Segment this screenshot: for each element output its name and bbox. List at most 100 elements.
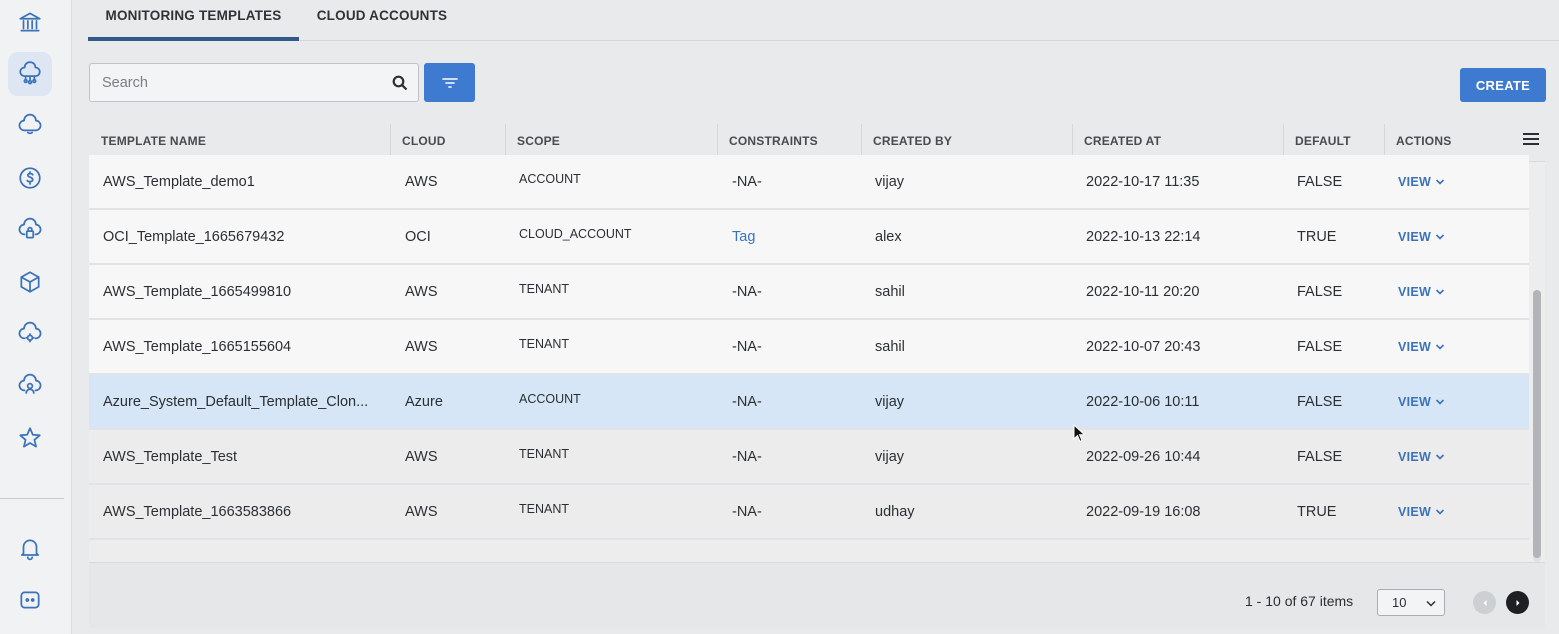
table-row[interactable]: AWS_Template_Test AWS TENANT -NA- vijay …	[89, 430, 1529, 485]
page-size-select[interactable]: 10	[1377, 589, 1445, 616]
filter-button[interactable]	[424, 63, 475, 102]
cell-scope: TENANT	[519, 501, 569, 516]
cell-scope: CLOUD_ACCOUNT	[519, 226, 632, 241]
cloud-refresh-icon[interactable]	[8, 104, 52, 148]
cell-created-by: sahil	[875, 283, 905, 300]
cell-created-by: alex	[875, 228, 902, 245]
chevron-down-icon	[1436, 178, 1445, 185]
chevron-left-icon	[1483, 599, 1486, 606]
cell-created-by: vijay	[875, 448, 905, 465]
cell-cloud: AWS	[405, 503, 438, 520]
chevron-down-icon	[1436, 233, 1445, 240]
cell-default: FALSE	[1297, 283, 1343, 300]
cell-created-at: 2022-09-19 16:08	[1086, 503, 1201, 520]
previous-page-button[interactable]	[1473, 591, 1496, 614]
table-row[interactable]: AWS_Template_1665499810 AWS TENANT -NA- …	[89, 265, 1529, 320]
cell-template-name: AWS_Template_1663583866	[103, 503, 292, 520]
cell-scope: ACCOUNT	[519, 171, 581, 186]
tab-cloud-accounts[interactable]: CLOUD ACCOUNTS	[306, 0, 458, 42]
cell-cloud: AWS	[405, 173, 438, 190]
table-body: AWS_Template_demo1 AWS ACCOUNT -NA- vija…	[89, 155, 1529, 562]
cloud-lock-icon[interactable]	[8, 208, 52, 252]
cell-constraints: -NA-	[732, 448, 762, 465]
table-row[interactable]: AWS_Template_demo1 AWS ACCOUNT -NA- vija…	[89, 155, 1529, 210]
cell-created-at: 2022-10-17 11:35	[1086, 173, 1200, 190]
view-action-link[interactable]: VIEW	[1398, 175, 1445, 189]
chat-icon[interactable]	[8, 578, 52, 622]
cell-cloud: Azure	[405, 393, 443, 410]
cell-created-at: 2022-09-26 10:44	[1086, 448, 1201, 465]
cell-scope: ACCOUNT	[519, 391, 581, 406]
view-action-link[interactable]: VIEW	[1398, 285, 1445, 299]
cell-default: TRUE	[1297, 503, 1337, 520]
bell-icon[interactable]	[8, 526, 52, 570]
cell-created-by: udhay	[875, 503, 915, 520]
table-row[interactable]: AWS_Template_1663583866 AWS TENANT -NA- …	[89, 485, 1529, 540]
cell-template-name: Azure_System_Default_Template_Clon...	[103, 393, 369, 410]
cloud-gear-icon[interactable]	[8, 312, 52, 356]
view-action-link[interactable]: VIEW	[1398, 340, 1445, 354]
search-box	[89, 63, 419, 102]
cell-default: FALSE	[1297, 393, 1343, 410]
create-button[interactable]: CREATE	[1460, 68, 1546, 102]
chevron-down-icon	[1436, 343, 1445, 350]
cell-constraints: -NA-	[732, 173, 762, 190]
chevron-down-icon	[1436, 288, 1445, 295]
search-icon[interactable]	[382, 64, 418, 101]
view-action-link[interactable]: VIEW	[1398, 505, 1445, 519]
cell-cloud: AWS	[405, 448, 438, 465]
cell-template-name: AWS_Template_1665155604	[103, 338, 292, 355]
chevron-down-icon	[1436, 508, 1445, 515]
cell-created-by: sahil	[875, 338, 905, 355]
pagination-summary: 1 - 10 of 67 items	[1245, 593, 1354, 609]
tab-bar: MONITORING TEMPLATES CLOUD ACCOUNTS	[88, 0, 1559, 42]
cloud-network-icon[interactable]	[8, 52, 52, 96]
sidebar	[0, 0, 72, 634]
cell-default: FALSE	[1297, 448, 1343, 465]
cell-created-at: 2022-10-13 22:14	[1086, 228, 1201, 245]
cell-cloud: OCI	[405, 228, 431, 245]
table-footer: 1 - 10 of 67 items 10	[89, 562, 1545, 628]
cell-template-name: OCI_Template_1665679432	[103, 228, 285, 245]
cell-default: FALSE	[1297, 338, 1343, 355]
cell-created-by: vijay	[875, 393, 905, 410]
sidebar-divider	[0, 498, 64, 499]
cell-cloud: AWS	[405, 338, 438, 355]
view-action-link[interactable]: VIEW	[1398, 395, 1445, 409]
chevron-down-icon	[1426, 600, 1436, 607]
column-menu-icon[interactable]	[1523, 133, 1539, 147]
cell-default: FALSE	[1297, 173, 1343, 190]
cube-icon[interactable]	[8, 260, 52, 304]
chevron-right-icon	[1516, 599, 1519, 606]
chevron-down-icon	[1436, 453, 1445, 460]
cell-constraints-link[interactable]: Tag	[732, 210, 755, 263]
table-row[interactable]: AWS_Template_1665155604 AWS TENANT -NA- …	[89, 320, 1529, 375]
cell-constraints: -NA-	[732, 503, 762, 520]
mouse-cursor-icon	[1073, 424, 1086, 443]
cell-template-name: AWS_Template_demo1	[103, 173, 255, 190]
cell-template-name: AWS_Template_1665499810	[103, 283, 292, 300]
cloud-user-icon[interactable]	[8, 364, 52, 408]
cell-scope: TENANT	[519, 281, 569, 296]
next-page-button[interactable]	[1506, 591, 1529, 614]
cell-created-by: vijay	[875, 173, 905, 190]
page-size-value: 10	[1392, 595, 1407, 610]
search-input[interactable]	[90, 64, 382, 101]
view-action-link[interactable]: VIEW	[1398, 230, 1445, 244]
chevron-down-icon	[1436, 398, 1445, 405]
view-action-link[interactable]: VIEW	[1398, 450, 1445, 464]
cell-created-at: 2022-10-11 20:20	[1086, 283, 1200, 300]
cell-default: TRUE	[1297, 228, 1337, 245]
table-scrollbar[interactable]	[1533, 290, 1541, 558]
filter-icon	[441, 77, 458, 88]
table-row[interactable]: OCI_Template_1665679432 OCI CLOUD_ACCOUN…	[89, 210, 1529, 265]
dollar-icon[interactable]	[8, 156, 52, 200]
tab-monitoring-templates[interactable]: MONITORING TEMPLATES	[88, 0, 299, 42]
cell-template-name: AWS_Template_Test	[103, 448, 238, 465]
star-icon[interactable]	[8, 416, 52, 460]
cell-constraints: -NA-	[732, 338, 762, 355]
table-row-selected[interactable]: Azure_System_Default_Template_Clon... Az…	[89, 375, 1529, 430]
bank-icon[interactable]	[8, 0, 52, 44]
cell-scope: TENANT	[519, 446, 569, 461]
cell-constraints: -NA-	[732, 393, 762, 410]
